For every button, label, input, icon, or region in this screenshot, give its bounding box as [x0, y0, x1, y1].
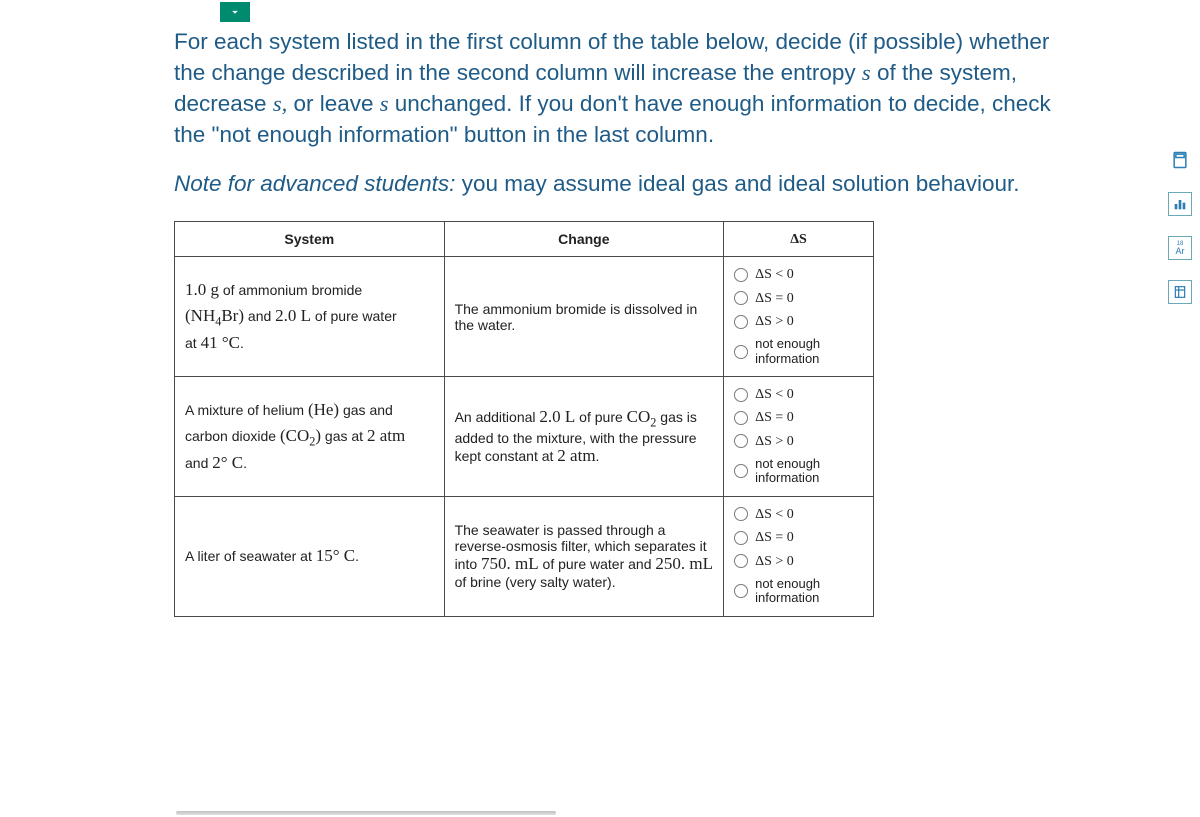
- radio-ds-eq-0[interactable]: [734, 531, 748, 545]
- formula: (He): [308, 400, 339, 419]
- header-change: Change: [444, 222, 724, 257]
- note-rest: you may assume ideal gas and ideal solut…: [455, 171, 1019, 196]
- radio-ds-eq-0[interactable]: [734, 291, 748, 305]
- radio-not-enough-info[interactable]: [734, 584, 748, 598]
- radio-ds-lt-0[interactable]: [734, 388, 748, 402]
- entropy-symbol: s: [380, 91, 389, 116]
- change-cell: The seawater is passed through a reverse…: [444, 496, 724, 616]
- text: carbon dioxide: [185, 428, 280, 444]
- note-emphasis: Note for advanced students:: [174, 171, 455, 196]
- data-sheet-button[interactable]: [1168, 280, 1192, 304]
- question-content: For each system listed in the first colu…: [0, 0, 1120, 627]
- option-label: not enough information: [755, 577, 863, 606]
- ar-element-icon: 18Ar: [1176, 241, 1185, 256]
- text: and: [185, 455, 212, 471]
- option-label: ΔS = 0: [755, 410, 794, 425]
- calculator-icon: [1170, 150, 1190, 170]
- periodic-table-button[interactable]: 18Ar: [1168, 236, 1192, 260]
- text: A mixture of helium: [185, 402, 308, 418]
- right-toolbar: 18Ar: [1168, 148, 1192, 304]
- formula-part: Br): [221, 306, 244, 325]
- calculator-button[interactable]: [1168, 148, 1192, 172]
- instructions-part: or leave: [287, 91, 380, 116]
- value: 2.0 L: [275, 306, 311, 325]
- table-row: A liter of seawater at 15° C. The seawat…: [175, 496, 874, 616]
- option-label: ΔS < 0: [755, 267, 794, 282]
- entropy-table: System Change ΔS 1.0 g of ammonium bromi…: [174, 221, 874, 616]
- value: 1.0 g: [185, 280, 219, 299]
- option-label: not enough information: [755, 337, 863, 366]
- text: gas and: [339, 402, 393, 418]
- option-label: ΔS > 0: [755, 434, 794, 449]
- change-cell: The ammonium bromide is dissolved in the…: [444, 257, 724, 377]
- chevron-down-icon: [228, 5, 242, 19]
- option-label: ΔS = 0: [755, 291, 794, 306]
- entropy-symbol: s,: [273, 91, 287, 116]
- text: .: [243, 455, 247, 471]
- formula-part: (CO: [280, 426, 309, 445]
- value: 2° C: [212, 453, 243, 472]
- option-label: ΔS > 0: [755, 554, 794, 569]
- system-cell: A liter of seawater at 15° C.: [175, 496, 445, 616]
- text: A liter of seawater at: [185, 548, 316, 564]
- option-label: ΔS < 0: [755, 507, 794, 522]
- radio-ds-gt-0[interactable]: [734, 315, 748, 329]
- option-label: ΔS > 0: [755, 314, 794, 329]
- text: of pure water and: [539, 556, 656, 572]
- system-cell: 1.0 g of ammonium bromide (NH4Br) and 2.…: [175, 257, 445, 377]
- text: and: [244, 308, 275, 324]
- radio-not-enough-info[interactable]: [734, 345, 748, 359]
- change-text: The ammonium bromide is dissolved in the…: [455, 301, 698, 333]
- formula-part: CO: [627, 407, 651, 426]
- value: 2.0 L: [539, 407, 575, 426]
- options-cell: ΔS < 0 ΔS = 0 ΔS > 0 not enough informat…: [724, 257, 874, 377]
- text: of brine (very salty water).: [455, 574, 616, 590]
- options-cell: ΔS < 0 ΔS = 0 ΔS > 0 not enough informat…: [724, 496, 874, 616]
- value: 15° C: [316, 546, 355, 565]
- option-label: not enough information: [755, 457, 863, 486]
- horizontal-scrollbar[interactable]: [176, 811, 556, 815]
- system-cell: A mixture of helium (He) gas and carbon …: [175, 377, 445, 497]
- text: .: [240, 335, 244, 351]
- radio-ds-gt-0[interactable]: [734, 434, 748, 448]
- text: of ammonium bromide: [219, 282, 362, 298]
- instructions-text: For each system listed in the first colu…: [174, 26, 1080, 150]
- text: gas at: [321, 428, 367, 444]
- option-label: ΔS < 0: [755, 387, 794, 402]
- radio-not-enough-info[interactable]: [734, 464, 748, 478]
- header-ds: ΔS: [724, 222, 874, 257]
- barchart-button[interactable]: [1168, 192, 1192, 216]
- value: 750. mL: [481, 554, 539, 573]
- value: 2 atm: [367, 426, 405, 445]
- table-row: 1.0 g of ammonium bromide (NH4Br) and 2.…: [175, 257, 874, 377]
- formula-part: (NH: [185, 306, 215, 325]
- table-row: A mixture of helium (He) gas and carbon …: [175, 377, 874, 497]
- text: .: [355, 548, 359, 564]
- advanced-note: Note for advanced students: you may assu…: [174, 168, 1080, 199]
- text: of pure water: [311, 308, 397, 324]
- radio-ds-lt-0[interactable]: [734, 507, 748, 521]
- barchart-icon: [1172, 196, 1188, 212]
- value: 250. mL: [655, 554, 713, 573]
- radio-ds-lt-0[interactable]: [734, 268, 748, 282]
- value: 41 °C: [201, 333, 240, 352]
- sheet-icon: [1172, 284, 1188, 300]
- text: An additional: [455, 409, 540, 425]
- header-ds-label: ΔS: [790, 232, 807, 247]
- header-system: System: [175, 222, 445, 257]
- radio-ds-eq-0[interactable]: [734, 411, 748, 425]
- radio-ds-gt-0[interactable]: [734, 554, 748, 568]
- option-label: ΔS = 0: [755, 530, 794, 545]
- text: at: [185, 335, 201, 351]
- dropdown-toggle[interactable]: [220, 2, 250, 22]
- value: 2 atm: [557, 446, 595, 465]
- text: .: [596, 448, 600, 464]
- options-cell: ΔS < 0 ΔS = 0 ΔS > 0 not enough informat…: [724, 377, 874, 497]
- change-cell: An additional 2.0 L of pure CO2 gas is a…: [444, 377, 724, 497]
- text: of pure: [575, 409, 626, 425]
- entropy-symbol: s: [862, 60, 871, 85]
